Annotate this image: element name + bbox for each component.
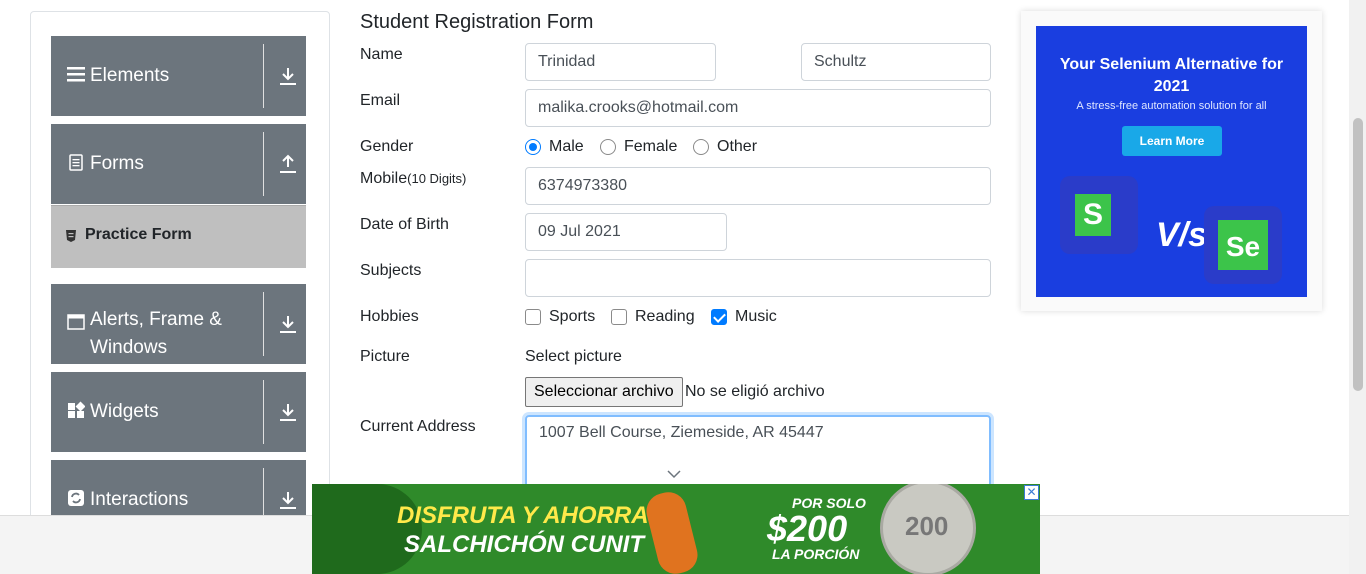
mobile-hint: (10 Digits) xyxy=(407,171,467,186)
last-name-input[interactable]: Schultz xyxy=(801,43,991,81)
mobile-label-text: Mobile xyxy=(360,170,408,187)
hobby-music-checkbox[interactable] xyxy=(711,309,727,325)
divider xyxy=(263,292,264,356)
coin-value: 200 xyxy=(905,511,949,541)
choose-file-button[interactable]: Seleccionar archivo xyxy=(525,377,683,407)
gender-other-label[interactable]: Other xyxy=(717,138,757,156)
ad-price: $200 xyxy=(767,508,848,549)
chevron-down-icon xyxy=(667,470,681,479)
gender-label: Gender xyxy=(360,138,414,155)
hobby-music-label[interactable]: Music xyxy=(735,308,777,326)
widgets-icon xyxy=(68,401,85,418)
ad-close-icon[interactable]: ✕ xyxy=(1024,485,1039,500)
page: Elements Forms Practice Form Alerts, Fra… xyxy=(0,0,1366,574)
sidebar-group-label: Alerts, Frame & xyxy=(90,309,222,330)
download-arrow-icon[interactable] xyxy=(279,314,297,334)
hobby-reading-label[interactable]: Reading xyxy=(635,308,695,326)
sidebar-group-label: Forms xyxy=(90,153,144,174)
ad-line-1: DISFRUTA Y AHORRA xyxy=(397,502,649,529)
vs-text: V/s xyxy=(1156,216,1208,254)
selenium-logo-icon: Se xyxy=(1204,206,1282,284)
interactions-icon xyxy=(68,490,84,506)
picture-caption: Select picture xyxy=(525,348,622,365)
learn-more-button[interactable]: Learn More xyxy=(1122,126,1222,156)
file-status: No se eligió archivo xyxy=(685,383,825,400)
address-label: Current Address xyxy=(360,418,476,435)
hobby-sports-label[interactable]: Sports xyxy=(549,308,595,326)
hobbies-label: Hobbies xyxy=(360,308,419,325)
name-label: Name xyxy=(360,46,403,63)
sidebar-item-practice-form[interactable]: Practice Form xyxy=(51,205,306,268)
hobby-sports-checkbox[interactable] xyxy=(525,309,541,325)
current-address-textarea[interactable]: 1007 Bell Course, Ziemeside, AR 45447 xyxy=(525,415,991,495)
sidebar-group-elements[interactable]: Elements xyxy=(51,36,306,116)
selenium-ad[interactable]: Your Selenium Alternative for 2021 A str… xyxy=(1036,26,1307,297)
ad-subtext: A stress-free automation solution for al… xyxy=(1076,100,1267,112)
dob-input[interactable]: 09 Jul 2021 xyxy=(525,213,727,251)
selenium-logo-text: Se xyxy=(1218,220,1268,270)
email-input[interactable]: malika.crooks@hotmail.com xyxy=(525,89,991,127)
katalon-logo-icon: S xyxy=(1060,176,1138,254)
mobile-label: Mobile(10 Digits) xyxy=(360,170,466,188)
coin-image: 200 xyxy=(880,484,976,574)
html5-icon xyxy=(66,230,76,242)
divider xyxy=(263,44,264,108)
hamburger-icon xyxy=(67,67,85,82)
document-icon xyxy=(69,154,83,171)
ad-price-suffix: LA PORCIÓN xyxy=(772,546,860,562)
sidebar-group-forms[interactable]: Forms xyxy=(51,124,306,204)
email-label: Email xyxy=(360,92,401,109)
hobby-reading-checkbox[interactable] xyxy=(611,309,627,325)
katalon-logo-text: S xyxy=(1075,194,1111,236)
first-name-input[interactable]: Trinidad xyxy=(525,43,716,81)
gender-other-radio[interactable] xyxy=(693,139,709,155)
upload-arrow-icon[interactable] xyxy=(279,154,297,174)
divider xyxy=(263,380,264,444)
divider xyxy=(263,132,264,196)
subjects-label: Subjects xyxy=(360,262,422,279)
sidebar-item-label: Practice Form xyxy=(85,226,192,243)
sidebar-group-alerts[interactable]: Alerts, Frame & Windows xyxy=(51,284,306,364)
window-icon xyxy=(67,314,85,330)
sidebar-group-label-line2: Windows xyxy=(90,337,168,358)
gender-male-label[interactable]: Male xyxy=(549,138,584,156)
sidebar-group-label: Widgets xyxy=(90,401,159,422)
dob-label: Date of Birth xyxy=(360,216,449,233)
sidebar-group-label: Interactions xyxy=(90,489,189,510)
sidebar-group-label: Elements xyxy=(90,65,170,86)
gender-female-label[interactable]: Female xyxy=(624,138,677,156)
subjects-input[interactable] xyxy=(525,259,991,297)
ad-headline: Your Selenium Alternative for 2021 xyxy=(1059,56,1284,95)
ad-right-container: Your Selenium Alternative for 2021 A str… xyxy=(1021,11,1322,311)
sidebar-group-widgets[interactable]: Widgets xyxy=(51,372,306,452)
mobile-input[interactable]: 6374973380 xyxy=(525,167,991,205)
download-arrow-icon[interactable] xyxy=(279,402,297,422)
page-title: Student Registration Form xyxy=(360,11,594,33)
sausage-image xyxy=(642,488,702,574)
download-arrow-icon[interactable] xyxy=(279,490,297,510)
ad-line-2: SALCHICHÓN CUNIT xyxy=(404,531,644,558)
current-address-text: 1007 Bell Course, Ziemeside, AR 45447 xyxy=(539,424,824,441)
sidebar: Elements Forms Practice Form Alerts, Fra… xyxy=(30,11,330,531)
gender-female-radio[interactable] xyxy=(600,139,616,155)
download-arrow-icon[interactable] xyxy=(279,66,297,86)
bottom-banner-ad[interactable]: DISFRUTA Y AHORRA SALCHICHÓN CUNIT POR S… xyxy=(312,484,1040,574)
gender-male-radio[interactable] xyxy=(525,139,541,155)
scrollbar-thumb[interactable] xyxy=(1353,118,1363,391)
picture-label: Picture xyxy=(360,348,410,365)
